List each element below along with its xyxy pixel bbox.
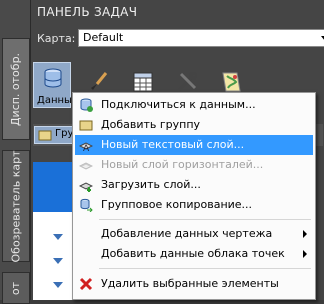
bulk-copy-icon: [80, 198, 93, 212]
tab-display-manager-label: Дисп. отобр.: [9, 52, 23, 126]
menu-item-new-contour-layer[interactable]: Новый слой горизонталей...: [75, 155, 313, 175]
menu-item-label: Новый текстовый слой...: [101, 138, 245, 151]
menu-item-label: Групповое копирование...: [101, 198, 253, 211]
connect-data-icon: [80, 98, 93, 112]
submenu-arrow-icon: [303, 230, 307, 238]
contour-layer-icon: [79, 162, 93, 170]
table-icon: [133, 72, 153, 92]
menu-separator: [99, 268, 311, 269]
group-button[interactable]: Гру: [34, 126, 74, 144]
group-button-label: Гру: [55, 128, 74, 139]
group-icon: [38, 130, 52, 141]
expand-icon[interactable]: [53, 282, 63, 288]
menu-item-connect-data[interactable]: Подключиться к данным...: [75, 95, 313, 115]
add-group-icon: [79, 120, 93, 131]
text-layer-icon: A: [79, 142, 93, 152]
menu-item-bulk-copy[interactable]: Групповое копирование...: [75, 195, 313, 215]
menu-item-add-drawing-data[interactable]: Добавление данных чертежа: [75, 224, 313, 244]
expand-icon[interactable]: [53, 258, 63, 264]
map-icon: [222, 72, 241, 92]
menu-item-label: Новый слой горизонталей...: [101, 158, 264, 171]
menu-item-add-point-cloud[interactable]: Добавить данные облака точек: [75, 244, 313, 264]
tab-map-explorer-label: Обозреватель карт: [9, 150, 23, 262]
tab-map-explorer[interactable]: Обозреватель карт: [2, 150, 30, 262]
tab-display-manager[interactable]: Дисп. отобр.: [2, 38, 30, 140]
expand-icon[interactable]: [53, 234, 63, 240]
menu-item-label: Загрузить слой...: [101, 178, 201, 191]
map-dropdown-value: Default: [83, 31, 124, 44]
data-button[interactable]: Данны: [33, 62, 72, 108]
menu-item-new-text-layer[interactable]: A Новый текстовый слой...: [75, 135, 313, 155]
menu-item-load-layer[interactable]: Загрузить слой...: [75, 175, 313, 195]
load-layer-icon: [79, 182, 93, 192]
menu-item-label: Добавить группу: [101, 118, 201, 131]
svg-text:A: A: [83, 144, 90, 152]
menu-item-label: Добавление данных чертежа: [101, 227, 273, 240]
menu-item-label: Подключиться к данным...: [101, 98, 256, 111]
panel-title: ПАНЕЛЬ ЗАДАЧ: [37, 5, 138, 19]
menu-item-label: Удалить выбранные элементы: [101, 277, 279, 290]
data-button-label: Данны: [37, 95, 72, 106]
menu-item-delete-selected[interactable]: Удалить выбранные элементы: [75, 274, 313, 294]
menu-separator: [99, 219, 311, 220]
menu-item-add-group[interactable]: Добавить группу: [75, 115, 313, 135]
delete-icon: [79, 277, 93, 291]
map-dropdown[interactable]: Default: [78, 29, 324, 47]
database-icon: [44, 68, 62, 88]
vertical-tab-strip: Дисп. отобр. Обозреватель карт от: [0, 0, 31, 304]
menu-item-label: Добавить данные облака точек: [101, 247, 285, 260]
tab-third-label: от: [9, 281, 23, 295]
tab-third[interactable]: от: [2, 272, 30, 304]
submenu-arrow-icon: [303, 250, 307, 258]
tools-icon: [177, 72, 197, 92]
map-label: Карта:: [37, 32, 76, 45]
context-menu: Подключиться к данным... Добавить группу…: [72, 92, 316, 300]
brush-icon: [91, 72, 108, 90]
